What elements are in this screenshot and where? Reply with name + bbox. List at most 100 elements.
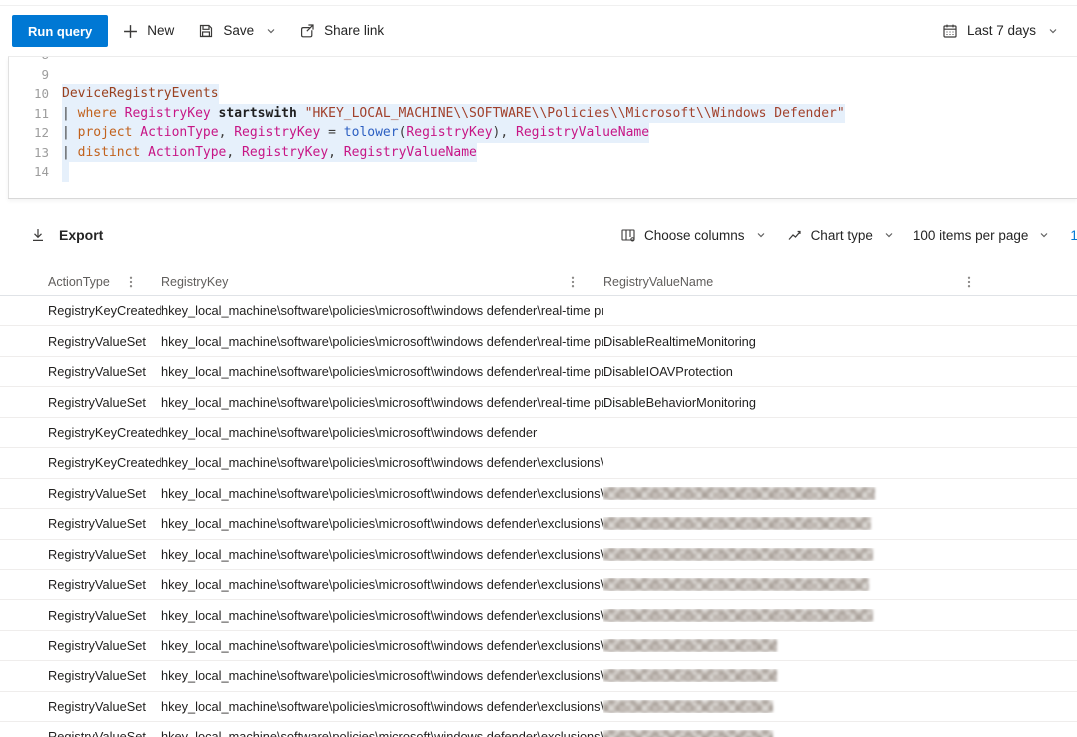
share-link-button[interactable]: Share link (299, 15, 384, 47)
registryvaluename-column-menu-icon[interactable] (962, 275, 976, 289)
table-row[interactable]: RegistryValueSethkey_local_machine\softw… (0, 661, 1077, 691)
table-body: RegistryKeyCreatedhkey_local_machine\sof… (0, 296, 1077, 737)
results-table: ActionType RegistryKey RegistryValueName… (0, 268, 1077, 737)
line-number: 8 (9, 56, 49, 65)
line-number: 9 (9, 65, 49, 85)
code-token: ), (493, 125, 516, 140)
choose-columns-icon (620, 227, 636, 243)
redacted-value (603, 730, 773, 737)
code-line[interactable]: 10DeviceRegistryEvents (9, 84, 1077, 104)
cell-registryvaluename (603, 517, 1077, 530)
top-divider (0, 5, 1077, 6)
cell-actiontype: RegistryKeyCreated (48, 425, 161, 440)
cell-actiontype: RegistryValueSet (48, 395, 161, 410)
code-line[interactable]: 11 | where RegistryKey startswith "HKEY_L… (9, 104, 1077, 124)
export-button[interactable]: Export (30, 221, 103, 249)
cell-actiontype: RegistryValueSet (48, 334, 161, 349)
cell-actiontype: RegistryKeyCreated (48, 303, 161, 318)
code-line[interactable]: 9 (9, 65, 1077, 85)
cell-actiontype: RegistryValueSet (48, 486, 161, 501)
table-row[interactable]: RegistryValueSethkey_local_machine\softw… (0, 600, 1077, 630)
cell-registryvaluename (603, 700, 1077, 713)
column-header-registryvaluename[interactable]: RegistryValueName (603, 275, 1077, 289)
time-range-label: Last 7 days (967, 15, 1036, 47)
code-token: , (328, 145, 344, 160)
code-token: RegistryKey (234, 125, 328, 140)
table-row[interactable]: RegistryKeyCreatedhkey_local_machine\sof… (0, 448, 1077, 478)
new-query-button[interactable]: New (122, 15, 174, 47)
query-editor[interactable]: 8910DeviceRegistryEvents11 | where Regist… (8, 56, 1077, 198)
chart-type-label: Chart type (811, 228, 873, 243)
cell-registrykey: hkey_local_machine\software\policies\mic… (161, 425, 603, 440)
save-label: Save (223, 15, 254, 47)
redacted-value (603, 609, 873, 622)
cell-actiontype: RegistryValueSet (48, 638, 161, 653)
code-line[interactable]: 13| distinct ActionType, RegistryKey, Re… (9, 143, 1077, 163)
registrykey-column-menu-icon[interactable] (566, 275, 580, 289)
table-row[interactable]: RegistryValueSethkey_local_machine\softw… (0, 357, 1077, 387)
cell-registrykey: hkey_local_machine\software\policies\mic… (161, 638, 603, 653)
plus-icon (122, 23, 138, 39)
cell-actiontype: RegistryValueSet (48, 577, 161, 592)
cell-registrykey: hkey_local_machine\software\policies\mic… (161, 395, 603, 410)
query-toolbar: Run query New Save Share link (12, 15, 1059, 47)
cell-actiontype: RegistryValueSet (48, 547, 161, 562)
table-row[interactable]: RegistryValueSethkey_local_machine\softw… (0, 692, 1077, 722)
chart-type-chevron-down-icon (883, 229, 895, 241)
column-header-registrykey[interactable]: RegistryKey (161, 275, 603, 289)
advanced-hunting-page: { "colors": { "accent": "#0078d4", "sele… (0, 0, 1077, 737)
table-row[interactable]: RegistryValueSethkey_local_machine\softw… (0, 387, 1077, 417)
code-token: where (78, 106, 125, 121)
code-token: startswith (219, 106, 305, 121)
code-token: | (62, 125, 78, 140)
code-lines: 8910DeviceRegistryEvents11 | where Regist… (9, 56, 1077, 182)
code-line[interactable]: 8 (9, 56, 1077, 65)
cell-actiontype: RegistryValueSet (48, 699, 161, 714)
table-row[interactable]: RegistryKeyCreatedhkey_local_machine\sof… (0, 296, 1077, 326)
table-row[interactable]: RegistryValueSethkey_local_machine\softw… (0, 570, 1077, 600)
save-chevron-down-icon[interactable] (265, 25, 277, 37)
table-row[interactable]: RegistryValueSethkey_local_machine\softw… (0, 722, 1077, 737)
cell-registrykey: hkey_local_machine\software\policies\mic… (161, 516, 603, 531)
code-token: | (62, 145, 78, 160)
actiontype-column-menu-icon[interactable] (124, 275, 138, 289)
share-link-label: Share link (324, 15, 384, 47)
cell-registrykey: hkey_local_machine\software\policies\mic… (161, 668, 603, 683)
code-line[interactable]: 12| project ActionType, RegistryKey = to… (9, 123, 1077, 143)
table-row[interactable]: RegistryValueSethkey_local_machine\softw… (0, 326, 1077, 356)
line-number: 10 (9, 84, 49, 104)
redacted-value (603, 578, 869, 591)
choose-columns-button[interactable]: Choose columns (620, 227, 767, 243)
cell-registrykey: hkey_local_machine\software\policies\mic… (161, 729, 603, 737)
chart-type-button[interactable]: Chart type (787, 227, 895, 243)
code-token: project (78, 125, 141, 140)
table-row[interactable]: RegistryValueSethkey_local_machine\softw… (0, 479, 1077, 509)
code-token: RegistryValueName (516, 125, 649, 140)
cell-registrykey: hkey_local_machine\software\policies\mic… (161, 364, 603, 379)
items-per-page-label: 100 items per page (913, 228, 1029, 243)
table-row[interactable]: RegistryKeyCreatedhkey_local_machine\sof… (0, 418, 1077, 448)
save-button[interactable]: Save (198, 15, 277, 47)
cell-registryvaluename: DisableIOAVProtection (603, 364, 1077, 379)
redacted-value (603, 639, 777, 652)
result-range[interactable]: 1-53 of 53 (1070, 228, 1077, 243)
run-query-button[interactable]: Run query (12, 15, 108, 47)
code-line[interactable]: 14 (9, 162, 1077, 182)
line-number: 11 (9, 104, 49, 124)
table-row[interactable]: RegistryValueSethkey_local_machine\softw… (0, 631, 1077, 661)
table-row[interactable]: RegistryValueSethkey_local_machine\softw… (0, 540, 1077, 570)
save-icon (198, 23, 214, 39)
table-header: ActionType RegistryKey RegistryValueName (0, 268, 1077, 296)
cell-registrykey: hkey_local_machine\software\policies\mic… (161, 334, 603, 349)
column-header-actiontype[interactable]: ActionType (48, 275, 161, 289)
table-row[interactable]: RegistryValueSethkey_local_machine\softw… (0, 509, 1077, 539)
cell-registryvaluename (603, 639, 1077, 652)
code-text: | where RegistryKey startswith "HKEY_LOC… (62, 104, 845, 124)
items-per-page-selector[interactable]: 100 items per page (913, 228, 1051, 243)
choose-columns-label: Choose columns (644, 228, 745, 243)
items-per-page-chevron-down-icon (1038, 229, 1050, 241)
cell-actiontype: RegistryValueSet (48, 608, 161, 623)
line-number: 12 (9, 123, 49, 143)
code-token: , (226, 145, 242, 160)
time-range-picker[interactable]: Last 7 days (942, 15, 1059, 47)
